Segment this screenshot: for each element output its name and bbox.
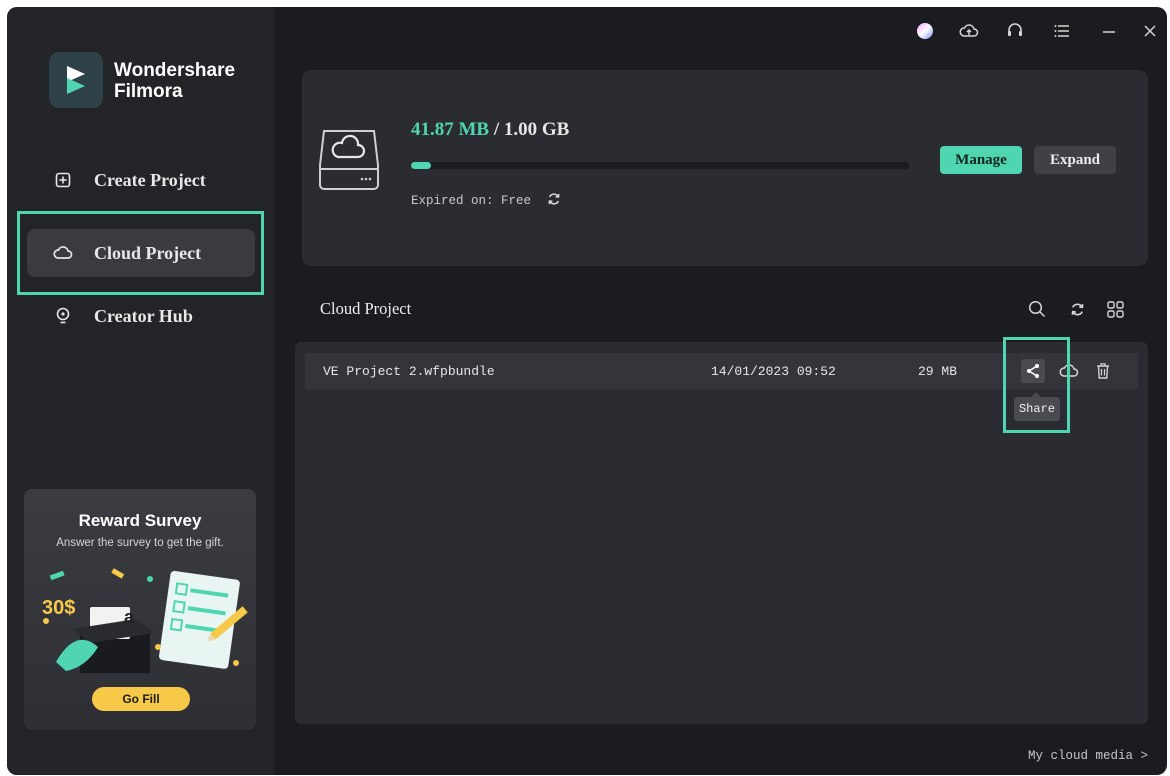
expired-text: Expired on: Free: [411, 194, 532, 208]
plus-square-icon: [53, 170, 73, 190]
section-title: Cloud Project: [320, 299, 412, 318]
minimize-icon[interactable]: [1099, 21, 1119, 41]
go-fill-button[interactable]: Go Fill: [92, 687, 190, 711]
refresh-icon[interactable]: [1066, 298, 1088, 320]
app-window: Wondershare Filmora Create Project Cloud…: [7, 7, 1167, 775]
sidebar: Wondershare Filmora Create Project Cloud…: [7, 7, 275, 775]
sidebar-item-label: Creator Hub: [94, 305, 193, 326]
file-size: 29 MB: [918, 364, 958, 379]
grid-view-icon[interactable]: [1104, 298, 1126, 320]
survey-title: Reward Survey: [78, 511, 202, 530]
app-name-line2: Filmora: [114, 81, 183, 102]
avatar[interactable]: [915, 21, 935, 41]
refresh-storage-icon[interactable]: [545, 190, 563, 208]
manage-button[interactable]: Manage: [940, 146, 1022, 174]
trash-icon[interactable]: [1091, 359, 1115, 383]
gift-illustration: [43, 568, 248, 673]
cloud-drive-icon: [318, 125, 380, 198]
storage-progress-fill: [411, 162, 431, 169]
reward-survey-card: Reward Survey Answer the survey to get t…: [24, 489, 256, 730]
storage-used: 41.87 MB: [411, 119, 490, 140]
menu-icon[interactable]: [1052, 21, 1072, 41]
filmora-logo: [49, 52, 103, 108]
share-highlight: [1003, 337, 1070, 433]
expand-button[interactable]: Expand: [1034, 146, 1116, 174]
my-cloud-media-link[interactable]: My cloud media >: [1028, 749, 1148, 763]
app-name: Wondershare Filmora: [114, 60, 235, 102]
cloud-project-highlight: [17, 211, 264, 295]
close-icon[interactable]: [1140, 21, 1160, 41]
reward-amount: 30$: [42, 597, 76, 619]
storage-card: 41.87 MB / 1.00 GB Expired on: Free Mana…: [302, 70, 1148, 266]
sidebar-item-creator-hub[interactable]: Creator Hub: [27, 292, 255, 340]
sidebar-item-label: Create Project: [94, 169, 206, 190]
amazon-logo: a: [124, 607, 135, 627]
sidebar-item-create-project[interactable]: Create Project: [27, 156, 255, 204]
cloud-upload-icon[interactable]: [959, 21, 979, 41]
file-date: 14/01/2023 09:52: [711, 364, 836, 379]
storage-usage-text: 41.87 MB / 1.00 GB: [411, 119, 569, 141]
storage-total: 1.00 GB: [503, 119, 570, 140]
storage-progress-bar: [411, 162, 909, 169]
file-name: VE Project 2.wfpbundle: [323, 364, 495, 379]
headset-icon[interactable]: [1005, 21, 1025, 41]
survey-subtitle: Answer the survey to get the gift.: [56, 537, 224, 549]
bulb-icon: [53, 306, 73, 326]
app-name-line1: Wondershare: [114, 60, 236, 81]
storage-separator: /: [489, 119, 504, 140]
search-icon[interactable]: [1026, 298, 1048, 320]
